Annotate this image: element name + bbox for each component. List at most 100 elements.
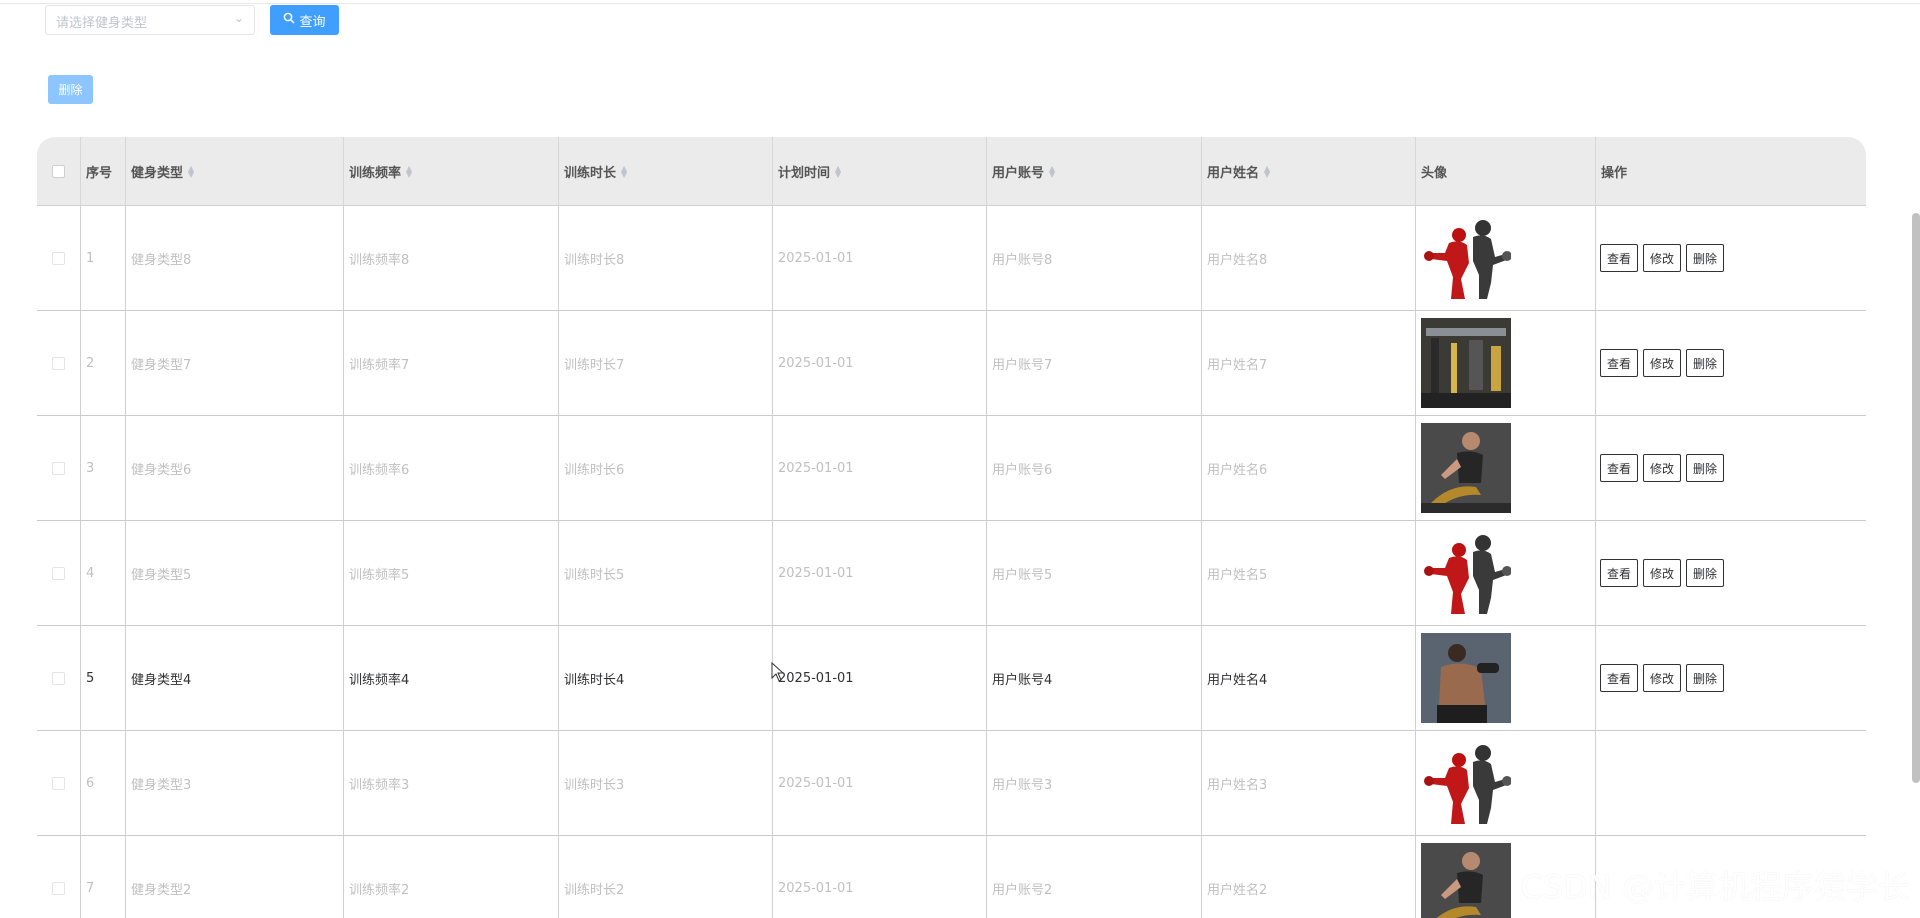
table-row[interactable]: 4 健身类型5 训练频率5 训练时长5 2025-01-01 用户账号5 用户姓名5 查看 修改…: [37, 521, 1866, 626]
delete-button[interactable]: 删除: [1686, 559, 1725, 587]
header-frequency[interactable]: 训练频率 ▲ ▼: [344, 137, 559, 206]
cell-duration: 训练时长7: [559, 311, 773, 415]
cell-duration: 训练时长8: [559, 206, 773, 310]
cell-plan-time: 2025-01-01: [773, 311, 987, 415]
data-table: 序号 健身类型 ▲ ▼ 训练频率 ▲ ▼ 训练时长 ▲ ▼ 计划时间 ▲ ▼ 用户账号 ▲ ▼ 用户…: [37, 137, 1866, 918]
header-duration[interactable]: 训练时长 ▲ ▼: [559, 137, 773, 206]
cell-account: 用户账号6: [987, 416, 1202, 520]
cell-select[interactable]: [37, 311, 81, 415]
header-label: 头像: [1421, 166, 1448, 181]
avatar[interactable]: [1421, 318, 1511, 408]
cell-avatar: [1416, 731, 1596, 835]
cell-account: 用户账号4: [987, 626, 1202, 730]
sort-icon[interactable]: ▲ ▼: [621, 164, 627, 178]
cell-actions: 查看 修改 删除: [1596, 521, 1866, 625]
avatar[interactable]: [1421, 633, 1511, 723]
table-row[interactable]: 6 健身类型3 训练频率3 训练时长3 2025-01-01 用户账号3 用户姓名3: [37, 731, 1866, 836]
cell-no: 7: [81, 836, 126, 918]
cell-duration: 训练时长4: [559, 626, 773, 730]
avatar[interactable]: [1421, 843, 1511, 918]
header-select-all[interactable]: [37, 137, 81, 206]
avatar[interactable]: [1421, 738, 1511, 828]
delete-button[interactable]: 删除: [1686, 349, 1725, 377]
row-checkbox[interactable]: [52, 881, 65, 895]
csdn-watermark: CSDN @计算机程序猿学长: [1520, 868, 1910, 906]
chevron-down-icon: ⌄: [233, 11, 244, 25]
top-divider: [0, 0, 1920, 4]
table-row[interactable]: 3 健身类型6 训练频率6 训练时长6 2025-01-01 用户账号6 用户姓名6 查看 修改…: [37, 416, 1866, 521]
sort-icon[interactable]: ▲ ▼: [1049, 164, 1055, 178]
delete-button[interactable]: 删除: [1686, 454, 1725, 482]
cell-no: 2: [81, 311, 126, 415]
delete-button[interactable]: 删除: [1686, 244, 1725, 272]
row-checkbox[interactable]: [52, 776, 65, 790]
view-button[interactable]: 查看: [1600, 664, 1639, 692]
vertical-scrollbar[interactable]: [1912, 213, 1920, 783]
header-actions: 操作: [1596, 137, 1866, 206]
cell-type: 健身类型7: [126, 311, 344, 415]
header-label: 健身类型: [131, 166, 184, 181]
avatar[interactable]: [1421, 213, 1511, 303]
cell-frequency: 训练频率2: [344, 836, 559, 918]
table-row[interactable]: 2 健身类型7 训练频率7 训练时长7 2025-01-01 用户账号7 用户姓名7 查看 修改…: [37, 311, 1866, 416]
row-checkbox[interactable]: [52, 251, 65, 265]
edit-button[interactable]: 修改: [1643, 244, 1682, 272]
cell-account: 用户账号7: [987, 311, 1202, 415]
view-button[interactable]: 查看: [1600, 349, 1639, 377]
query-button-label: 查询: [299, 14, 326, 30]
cell-avatar: [1416, 311, 1596, 415]
batch-delete-button[interactable]: 删除: [48, 75, 93, 104]
edit-button[interactable]: 修改: [1643, 454, 1682, 482]
header-plan-time[interactable]: 计划时间 ▲ ▼: [773, 137, 987, 206]
cell-select[interactable]: [37, 206, 81, 310]
view-button[interactable]: 查看: [1600, 244, 1639, 272]
cell-select[interactable]: [37, 416, 81, 520]
sort-icon[interactable]: ▲ ▼: [188, 164, 194, 178]
sort-icon[interactable]: ▲ ▼: [1264, 164, 1270, 178]
cell-frequency: 训练频率5: [344, 521, 559, 625]
edit-button[interactable]: 修改: [1643, 559, 1682, 587]
cell-select[interactable]: [37, 626, 81, 730]
header-account[interactable]: 用户账号 ▲ ▼: [987, 137, 1202, 206]
header-label: 操作: [1601, 166, 1628, 181]
cell-type: 健身类型3: [126, 731, 344, 835]
cell-user-name: 用户姓名8: [1202, 206, 1416, 310]
query-button[interactable]: 查询: [270, 5, 339, 35]
table-row[interactable]: 1 健身类型8 训练频率8 训练时长8 2025-01-01 用户账号8 用户姓名8 查看 修改…: [37, 206, 1866, 311]
cell-select[interactable]: [37, 836, 81, 918]
header-user-name[interactable]: 用户姓名 ▲ ▼: [1202, 137, 1416, 206]
search-icon: [283, 12, 296, 28]
header-type[interactable]: 健身类型 ▲ ▼: [126, 137, 344, 206]
sort-icon[interactable]: ▲ ▼: [835, 164, 841, 178]
delete-button[interactable]: 删除: [1686, 664, 1725, 692]
cell-account: 用户账号5: [987, 521, 1202, 625]
row-checkbox[interactable]: [52, 461, 65, 475]
cell-type: 健身类型2: [126, 836, 344, 918]
header-avatar: 头像: [1416, 137, 1596, 206]
fitness-type-select[interactable]: 请选择健身类型 ⌄: [45, 5, 255, 35]
avatar[interactable]: [1421, 528, 1511, 618]
edit-button[interactable]: 修改: [1643, 349, 1682, 377]
cell-plan-time: 2025-01-01: [773, 731, 987, 835]
row-checkbox[interactable]: [52, 671, 65, 685]
cell-actions: 查看 修改 删除: [1596, 206, 1866, 310]
cell-duration: 训练时长5: [559, 521, 773, 625]
row-checkbox[interactable]: [52, 356, 65, 370]
cell-frequency: 训练频率6: [344, 416, 559, 520]
cell-plan-time: 2025-01-01: [773, 416, 987, 520]
cell-no: 3: [81, 416, 126, 520]
cell-select[interactable]: [37, 731, 81, 835]
view-button[interactable]: 查看: [1600, 559, 1639, 587]
cell-account: 用户账号3: [987, 731, 1202, 835]
select-all-checkbox[interactable]: [52, 165, 65, 178]
table-row[interactable]: 5 健身类型4 训练频率4 训练时长4 2025-01-01 用户账号4 用户姓名4 查看 修改…: [37, 626, 1866, 731]
cell-no: 6: [81, 731, 126, 835]
cell-user-name: 用户姓名3: [1202, 731, 1416, 835]
row-checkbox[interactable]: [52, 566, 65, 580]
cell-avatar: [1416, 416, 1596, 520]
view-button[interactable]: 查看: [1600, 454, 1639, 482]
cell-select[interactable]: [37, 521, 81, 625]
avatar[interactable]: [1421, 423, 1511, 513]
sort-icon[interactable]: ▲ ▼: [406, 164, 412, 178]
edit-button[interactable]: 修改: [1643, 664, 1682, 692]
